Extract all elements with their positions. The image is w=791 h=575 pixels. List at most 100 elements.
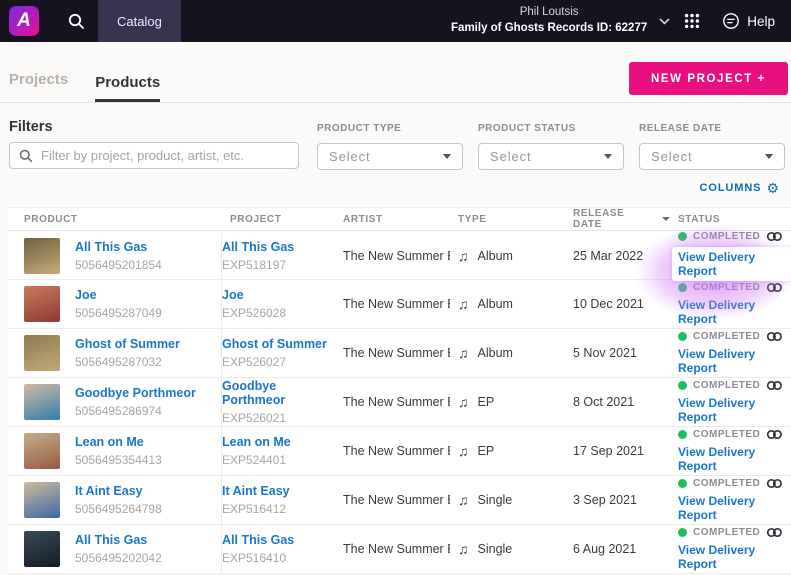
release-date: 10 Dec 2021 [573, 297, 644, 311]
product-link[interactable]: All This Gas [75, 240, 162, 254]
status-label: COMPLETED [693, 282, 760, 293]
album-art-thumbnail [24, 433, 60, 469]
status-dot [678, 283, 687, 292]
release-date: 8 Oct 2021 [573, 395, 634, 409]
table-row[interactable]: All This Gas 5056495202042 All This Gas … [8, 525, 791, 574]
music-note-icon [458, 345, 469, 361]
product-link[interactable]: It Aint Easy [75, 484, 162, 498]
help-chat-icon [722, 12, 740, 30]
column-header-artist[interactable]: ARTIST [335, 214, 450, 225]
project-id: EXP526028 [222, 306, 286, 320]
project-id: EXP526027 [222, 355, 327, 369]
filter-search-input[interactable] [41, 148, 289, 163]
project-link[interactable]: Goodbye Porthmeor [222, 379, 335, 407]
table-row[interactable]: It Aint Easy 5056495264798 It Aint Easy … [8, 476, 791, 525]
view-delivery-report-link[interactable]: View Delivery Report [678, 396, 791, 424]
table-row[interactable]: Lean on Me 5056495354413 Lean on Me EXP5… [8, 427, 791, 476]
release-date: 25 Mar 2022 [573, 249, 643, 263]
status-label: COMPLETED [693, 478, 760, 489]
music-note-icon [458, 541, 469, 557]
filter-search-field [9, 142, 299, 169]
table-row[interactable]: All This Gas 5056495201854 All This Gas … [8, 231, 791, 280]
product-type-select[interactable]: Select [317, 143, 463, 170]
product-status-label: PRODUCT STATUS [478, 123, 639, 134]
status-label: COMPLETED [693, 527, 760, 538]
status-dot [678, 479, 687, 488]
album-art-thumbnail [24, 335, 60, 371]
column-header-product[interactable]: PRODUCT [8, 214, 222, 225]
table-row[interactable]: Goodbye Porthmeor 5056495286974 Goodbye … [8, 378, 791, 427]
artist-name: The New Summer Bl.. [343, 249, 450, 263]
tab-projects[interactable]: Projects [9, 71, 68, 102]
product-type: Album [478, 249, 513, 263]
view-delivery-report-link[interactable]: View Delivery Report [678, 298, 791, 326]
release-date-select[interactable]: Select [639, 143, 785, 170]
product-upc: 5056495264798 [75, 502, 162, 516]
account-dropdown-toggle[interactable] [659, 18, 670, 25]
product-type-label: PRODUCT TYPE [317, 123, 478, 134]
album-art-thumbnail [24, 482, 60, 518]
new-project-button[interactable]: NEW PROJECT + [629, 62, 788, 95]
chevron-down-icon [659, 18, 670, 25]
release-date: 6 Aug 2021 [573, 542, 636, 556]
delivery-link-icon [766, 282, 783, 293]
status-label: COMPLETED [693, 331, 760, 342]
apps-grid-button[interactable] [684, 13, 700, 29]
delivery-link-icon [766, 478, 783, 489]
release-date: 17 Sep 2021 [573, 444, 644, 458]
column-header-project[interactable]: PROJECT [222, 214, 335, 225]
tab-products[interactable]: Products [95, 74, 160, 102]
awal-logo[interactable]: A [9, 6, 39, 36]
status-dot [678, 528, 687, 537]
project-link[interactable]: It Aint Easy [222, 484, 290, 498]
project-link[interactable]: Ghost of Summer [222, 337, 327, 351]
columns-button[interactable]: COLUMNS ⚙ [700, 181, 779, 195]
column-header-status[interactable]: STATUS [670, 214, 791, 225]
music-note-icon [458, 394, 469, 410]
products-table: PRODUCT PROJECT ARTIST TYPE RELEASE DATE… [8, 207, 791, 574]
view-delivery-report-link[interactable]: View Delivery Report [678, 494, 791, 522]
help-button[interactable]: Help [722, 12, 775, 30]
artist-name: The New Summer Bl.. [343, 493, 450, 507]
help-label: Help [747, 14, 775, 29]
product-link[interactable]: Goodbye Porthmeor [75, 386, 196, 400]
view-delivery-report-link[interactable]: View Delivery Report [678, 347, 791, 375]
product-upc: 5056495287049 [75, 306, 162, 320]
project-link[interactable]: All This Gas [222, 240, 294, 254]
view-delivery-report-link[interactable]: View Delivery Report [672, 247, 791, 281]
column-header-type[interactable]: TYPE [450, 214, 565, 225]
product-link[interactable]: Joe [75, 288, 162, 302]
product-type: Single [478, 493, 513, 507]
account-menu[interactable]: Phil Loutsis Family of Ghosts Records ID… [451, 5, 647, 36]
product-link[interactable]: All This Gas [75, 533, 162, 547]
search-icon [19, 149, 33, 163]
project-link[interactable]: Lean on Me [222, 435, 291, 449]
product-upc: 5056495202042 [75, 551, 162, 565]
nav-item-catalog[interactable]: Catalog [98, 0, 181, 42]
artist-name: The New Summer Bl.. [343, 395, 450, 409]
global-search-button[interactable] [54, 0, 98, 42]
filters-section: Filters PRODUCT TYPE Select PRODUCT STAT… [0, 119, 791, 170]
delivery-link-icon [766, 380, 783, 391]
project-link[interactable]: Joe [222, 288, 286, 302]
search-icon [68, 13, 85, 30]
status-label: COMPLETED [693, 231, 760, 242]
product-status-select[interactable]: Select [478, 143, 624, 170]
table-row[interactable]: Ghost of Summer 5056495287032 Ghost of S… [8, 329, 791, 378]
view-delivery-report-link[interactable]: View Delivery Report [678, 445, 791, 473]
project-id: EXP518197 [222, 258, 294, 272]
table-row[interactable]: Joe 5056495287049 Joe EXP526028 The New … [8, 280, 791, 329]
product-upc: 5056495201854 [75, 258, 162, 272]
music-note-icon [458, 492, 469, 508]
product-link[interactable]: Lean on Me [75, 435, 162, 449]
column-header-release-date[interactable]: RELEASE DATE [565, 208, 670, 230]
view-delivery-report-link[interactable]: View Delivery Report [678, 543, 791, 571]
project-id: EXP524401 [222, 453, 291, 467]
artist-name: The New Summer Bl.. [343, 297, 450, 311]
project-link[interactable]: All This Gas [222, 533, 294, 547]
product-type: Album [478, 297, 513, 311]
table-header-row: PRODUCT PROJECT ARTIST TYPE RELEASE DATE… [8, 207, 791, 231]
apps-grid-icon [684, 13, 700, 29]
product-link[interactable]: Ghost of Summer [75, 337, 180, 351]
release-date: 5 Nov 2021 [573, 346, 637, 360]
